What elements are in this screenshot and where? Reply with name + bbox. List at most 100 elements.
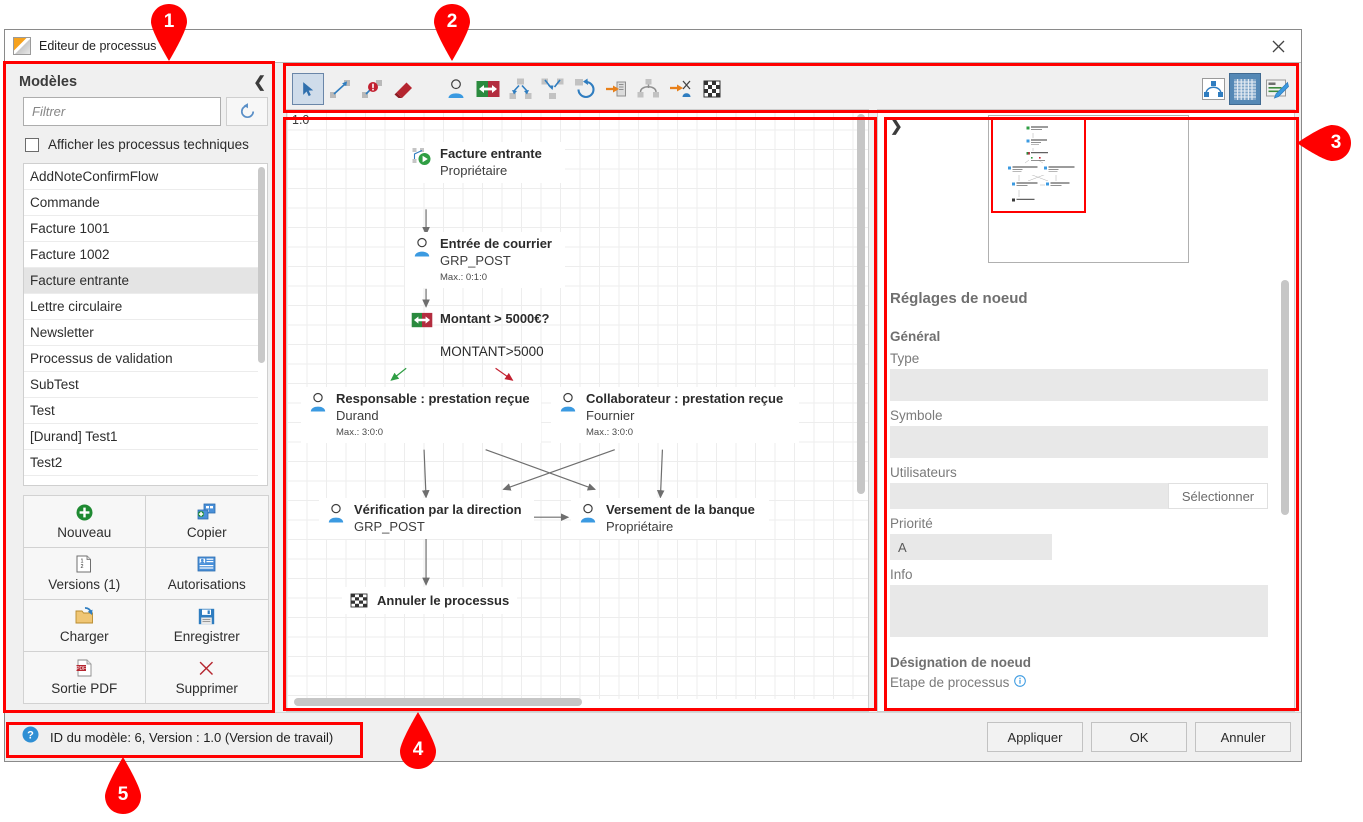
technical-processes-checkbox-row[interactable]: Afficher les processus techniques (13, 126, 274, 161)
refresh-icon[interactable] (226, 97, 268, 126)
models-list-scrollbar[interactable] (258, 165, 266, 484)
canvas-node-mail-entry[interactable]: Entrée de courrier GRP_POST Max.: 0:1:0 (405, 232, 565, 288)
sidebar-header: Modèles ❮ (13, 71, 274, 97)
close-icon[interactable] (1259, 32, 1297, 60)
user-icon (307, 391, 329, 438)
ok-button[interactable]: OK (1091, 722, 1187, 752)
field-info[interactable] (890, 585, 1268, 637)
window-footer: ? ID du modèle: 6, Version : 1.0 (Versio… (5, 712, 1301, 761)
canvas-vertical-scrollbar[interactable] (857, 114, 865, 494)
list-item[interactable]: Lettre circulaire (24, 294, 258, 320)
minimap-viewport[interactable] (991, 118, 1086, 213)
node-title: Responsable : prestation reçue (336, 391, 530, 406)
node-settings-scroll[interactable]: Réglages de noeud Général Type Symbole U… (878, 272, 1294, 711)
permissions-icon (197, 554, 216, 574)
script-node-tool[interactable] (664, 73, 696, 105)
canvas-horizontal-scroll-thumb[interactable] (294, 698, 582, 706)
info-icon[interactable] (1014, 675, 1027, 690)
canvas-node-bank-transfer[interactable]: Versement de la banque Propriétaire (571, 498, 769, 539)
list-item[interactable]: [Durand] Test1 (24, 424, 258, 450)
select-cursor-tool[interactable] (292, 73, 324, 105)
diagram-minimap[interactable] (988, 115, 1189, 263)
list-item[interactable]: Facture 1002 (24, 242, 258, 268)
process-start-icon (411, 146, 433, 178)
list-item[interactable]: Test2 (24, 450, 258, 476)
panel-section-node-designation: Désignation de noeud (890, 655, 1032, 670)
models-list-scroll-thumb[interactable] (258, 167, 265, 363)
annotation-pin-5-number: 5 (117, 784, 129, 805)
annotation-pin-5: 5 (101, 757, 145, 815)
field-utilisateurs[interactable] (890, 483, 1168, 509)
end-flag-node-tool[interactable] (696, 73, 728, 105)
list-item[interactable]: AddNoteConfirmFlow (24, 164, 258, 190)
enregistrer-button[interactable]: Enregistrer (145, 598, 269, 652)
field-label-info: Info (890, 567, 913, 582)
node-settings-scrollbar[interactable] (1281, 280, 1289, 515)
list-item[interactable]: Newsletter (24, 320, 258, 346)
filter-input[interactable] (23, 97, 221, 126)
list-item[interactable]: Commande (24, 190, 258, 216)
button-label: Charger (59, 629, 109, 644)
canvas-node-verification[interactable]: Vérification par la direction GRP_POST (319, 498, 534, 539)
process-canvas[interactable]: 1.0 Facture entrante Propriétaire Entrée… (286, 109, 869, 712)
copier-button[interactable]: Copier (145, 494, 269, 548)
canvas-node-responsable[interactable]: Responsable : prestation reçue Durand Ma… (301, 387, 541, 443)
copy-icon (197, 502, 216, 522)
supprimer-button[interactable]: Supprimer (145, 650, 269, 704)
technical-processes-checkbox[interactable] (25, 137, 39, 152)
join-node-tool[interactable] (536, 73, 568, 105)
technical-processes-label: Afficher les processus techniques (48, 137, 249, 152)
loop-node-tool[interactable] (568, 73, 600, 105)
button-label: Supprimer (175, 681, 238, 696)
nouveau-button[interactable]: Nouveau (22, 494, 146, 548)
list-item[interactable]: SubTest (24, 372, 258, 398)
canvas-node-decision[interactable]: Montant > 5000€? MONTANT>5000 (405, 307, 575, 364)
node-meta: Max.: 3:0:0 (586, 427, 633, 438)
field-type[interactable] (890, 369, 1268, 401)
field-symbole[interactable] (890, 426, 1268, 458)
chevron-right-icon[interactable]: ❯ (890, 117, 903, 135)
grid-toggle-tool[interactable] (1229, 73, 1261, 105)
node-title: Annuler le processus (377, 592, 510, 608)
canvas-node-start[interactable]: Facture entrante Propriétaire (405, 142, 565, 183)
button-label: Copier (186, 525, 227, 540)
models-list[interactable]: AddNoteConfirmFlow Commande Facture 1001 Fa… (23, 163, 268, 486)
autorisations-button[interactable]: Autorisations (145, 546, 269, 600)
save-floppy-icon (198, 606, 215, 626)
versions-icon: 12 (76, 554, 92, 574)
versions-1-button[interactable]: 1 2 Versions (1) (22, 546, 146, 600)
list-item[interactable]: Test (24, 398, 258, 424)
charger-button[interactable]: Charger (22, 598, 146, 652)
list-item[interactable]: Facture 1001 (24, 216, 258, 242)
sortie-pdf-button[interactable]: PDF Sortie PDF (22, 650, 146, 704)
svg-text:2: 2 (81, 564, 84, 570)
appliquer-button[interactable]: Appliquer (987, 722, 1083, 752)
auto-layout-tool[interactable] (1197, 73, 1229, 105)
annuler-button[interactable]: Annuler (1195, 722, 1291, 752)
list-item[interactable]: Processus de validation (24, 346, 258, 372)
field-label-type: Type (890, 351, 920, 366)
error-connection-tool[interactable] (356, 73, 388, 105)
chevron-left-icon[interactable]: ❮ (249, 73, 270, 91)
canvas-node-collaborateur[interactable]: Collaborateur : prestation reçue Fournie… (551, 387, 799, 443)
subprocess-node-tool[interactable] (632, 73, 664, 105)
help-icon[interactable]: ? (22, 726, 39, 748)
eraser-tool[interactable] (388, 73, 420, 105)
split-node-tool[interactable] (504, 73, 536, 105)
field-row-utilisateurs: Sélectionner (890, 483, 1268, 509)
field-priorite[interactable]: A (890, 534, 1052, 560)
canvas-horizontal-scrollbar[interactable] (289, 698, 866, 709)
editor-main: 1.0 Facture entrante Propriétaire Entrée… (282, 63, 1301, 712)
editor-toolbar (286, 69, 1301, 109)
connection-tool[interactable] (324, 73, 356, 105)
edit-properties-tool[interactable] (1261, 73, 1293, 105)
user-task-node-tool[interactable] (440, 73, 472, 105)
list-item[interactable]: Facture entrante (24, 268, 258, 294)
document-node-tool[interactable] (600, 73, 632, 105)
select-users-button[interactable]: Sélectionner (1168, 483, 1268, 509)
canvas-node-cancel-process[interactable]: Annuler le processus (342, 587, 517, 614)
node-subtitle: Propriétaire (440, 163, 508, 178)
pdf-icon: PDF (76, 658, 93, 678)
load-folder-icon (75, 606, 94, 626)
decision-node-tool[interactable] (472, 73, 504, 105)
